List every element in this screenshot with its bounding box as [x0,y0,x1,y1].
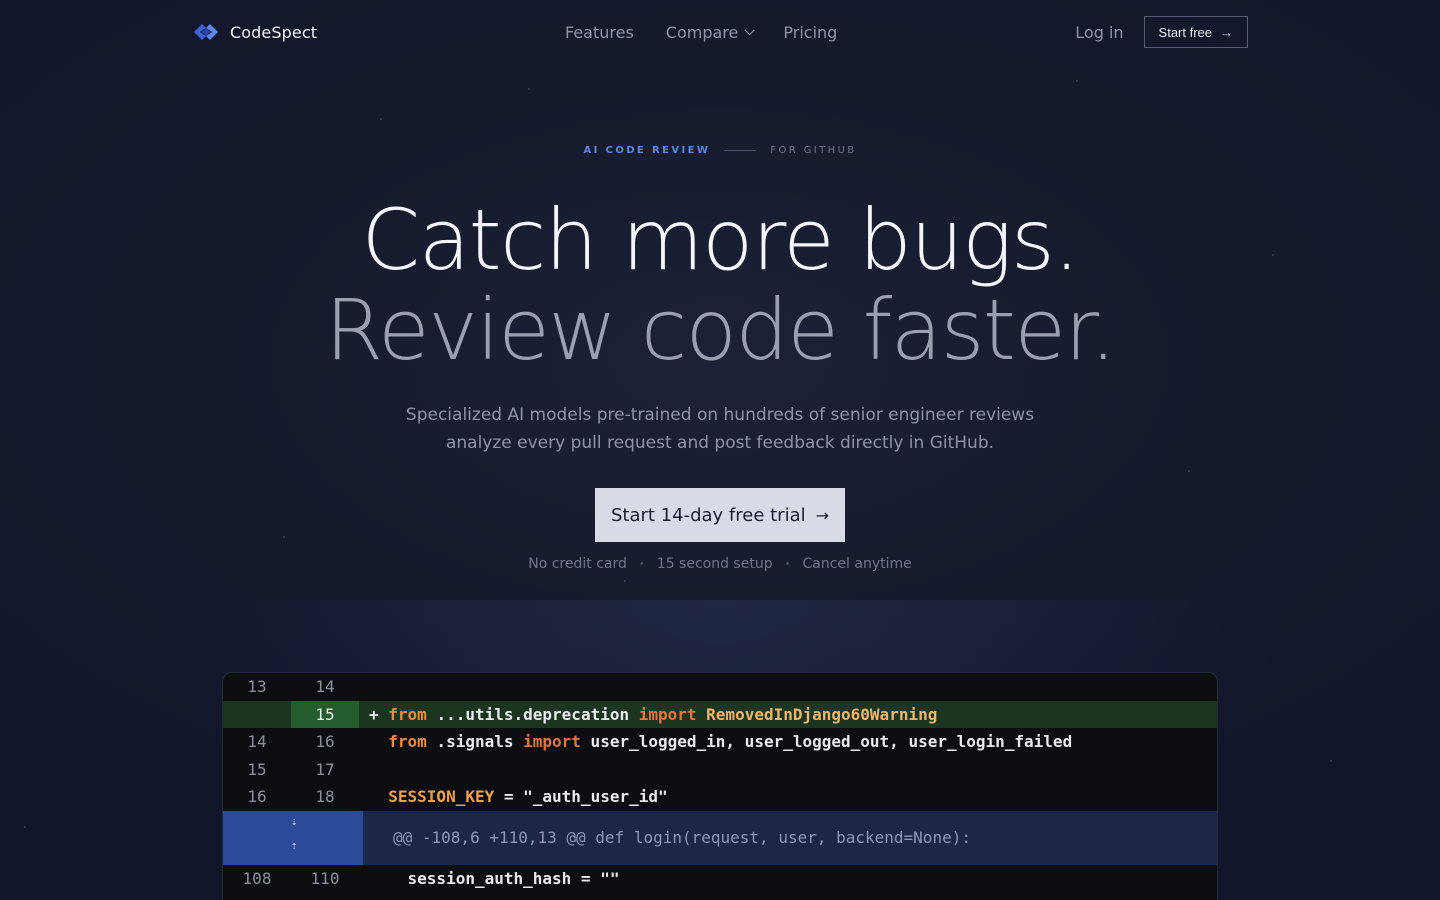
bullet-separator: • [638,558,645,570]
top-nav: CodeSpect Features Compare Pricing Log i… [192,14,1248,50]
diff-row: 16 18 SESSION_KEY = "_auth_user_id" [223,783,1217,811]
hero-subtitle: Specialized AI models pre-trained on hun… [0,401,1440,457]
new-line-number: 15 [291,700,359,728]
hero-eyebrow: AI CODE REVIEW FOR GITHUB [0,145,1440,156]
hero-headline-line-1: Catch more bugs. [361,191,1080,289]
start-free-button[interactable]: Start free → [1143,16,1248,48]
bullet-separator: • [784,558,791,570]
imported-name: RemovedInDjango60Warning [696,704,938,724]
hero-subtitle-line-1: Specialized AI models pre-trained on hun… [405,405,1035,425]
old-line-number: 16 [247,787,267,807]
old-line-number: 13 [247,677,267,697]
arrow-right-icon: → [815,505,830,525]
background-dot [1330,760,1332,762]
perk-item: 15 second setup [656,556,773,572]
diff-row: 14 16 from .signals import user_logged_i… [223,728,1217,756]
new-line-number: 18 [315,787,335,807]
added-marker: + [369,704,379,724]
old-line-number: 14 [247,732,267,752]
nav-link-features[interactable]: Features [565,23,634,42]
background-dot [624,580,626,582]
perk-item: Cancel anytime [802,556,912,572]
diff-row: 108 110 session_auth_hash = "" [223,865,1217,893]
login-link[interactable]: Log in [1075,23,1123,42]
eyebrow-primary: AI CODE REVIEW [583,145,711,156]
hero-subtitle-line-2: analyze every pull request and post feed… [445,433,995,453]
nav-link-compare-label: Compare [665,22,739,42]
start-free-label: Start free [1158,24,1212,40]
module-path: .signals [426,732,524,752]
diff-line-code: session_auth_hash = "" [369,868,620,888]
diff-row: 13 14 [223,673,1217,701]
nav-link-pricing[interactable]: Pricing [783,23,837,42]
new-line-number: 17 [315,759,335,779]
hero-perks: No credit card • 15 second setup • Cance… [0,556,1440,572]
old-line-number [223,700,291,728]
diff-line-code: from .signals import user_logged_in, use… [359,732,1072,751]
background-dot [528,88,530,90]
start-trial-label: Start 14-day free trial [610,504,806,526]
keyword-import: import [523,732,581,752]
codespect-logo-icon [192,20,220,44]
background-dot [1188,470,1190,472]
new-line-number: 16 [315,732,335,752]
background-dot [283,536,285,538]
imported-names: user_logged_in, user_logged_out, user_lo… [580,732,1073,752]
hero-headline-line-2: Review code faster. [324,281,1117,379]
diff-row: 15 17 [223,756,1217,784]
background-dot [380,118,382,120]
brand-name: CodeSpect [230,22,318,42]
expand-up-icon[interactable]: ⇡ [287,839,301,852]
keyword-from: from [388,704,427,724]
new-line-number: 14 [315,677,335,697]
hunk-header-text: @@ -108,6 +110,13 @@ def login(request, … [393,828,971,847]
keyword-import: import [638,704,697,724]
perk-item: No credit card [528,556,627,572]
eyebrow-secondary: FOR GITHUB [770,145,857,156]
background-dot [24,826,26,828]
eyebrow-divider [724,150,757,151]
nav-links: Features Compare Pricing [565,14,837,50]
diff-line-code: SESSION_KEY = "_auth_user_id" [359,787,668,807]
code-diff-preview: 13 14 15 + from ...utils.deprecation imp… [222,672,1218,900]
variable-name: SESSION_KEY [388,787,495,807]
diff-row-added: 15 + from ...utils.deprecation import Re… [223,700,1217,728]
brand-logo-link[interactable]: CodeSpect [192,20,317,44]
diff-line-code: + from ...utils.deprecation import Remov… [359,705,937,724]
arrow-right-icon: → [1220,24,1233,40]
new-line-number: 110 [310,868,340,888]
keyword-from: from [388,732,427,752]
old-line-number: 15 [247,759,267,779]
start-trial-button[interactable]: Start 14-day free trial → [595,488,845,542]
expand-hunk-gutter[interactable]: ⇣ ⇡ [223,810,363,865]
expand-down-icon[interactable]: ⇣ [287,815,301,828]
nav-link-compare[interactable]: Compare [665,22,755,42]
diff-hunk-header: ⇣ ⇡ @@ -108,6 +110,13 @@ def login(reque… [223,810,1217,865]
module-path: ...utils.deprecation [426,704,639,724]
background-dot [1076,80,1078,82]
chevron-down-icon [745,24,755,35]
assignment-value: = "_auth_user_id" [494,787,668,807]
nav-actions: Log in Start free → [1075,14,1248,50]
old-line-number: 108 [242,868,272,888]
